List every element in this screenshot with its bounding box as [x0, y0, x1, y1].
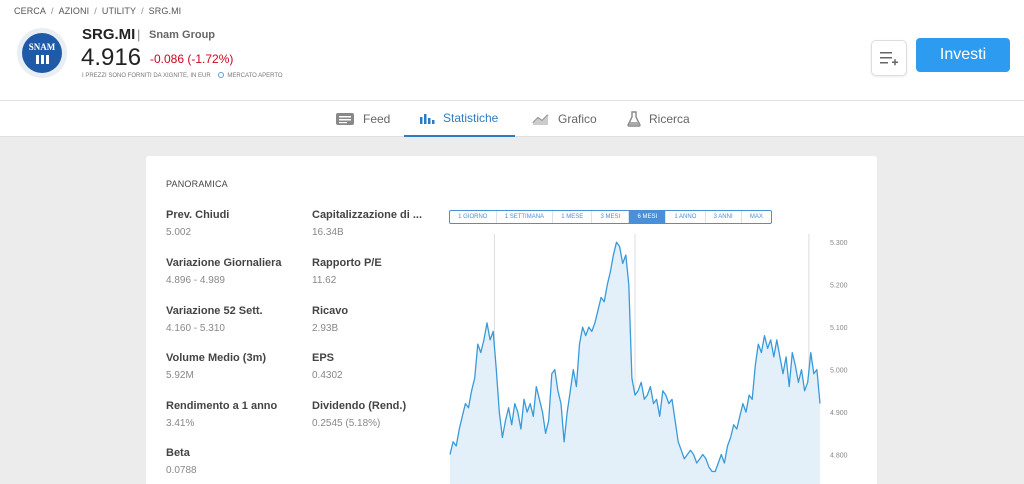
ticker-symbol: SRG.MI	[82, 26, 136, 43]
tab-feed-label: Feed	[363, 112, 391, 126]
tab-research-label: Ricerca	[649, 112, 690, 126]
add-to-watchlist-button[interactable]	[871, 40, 907, 76]
breadcrumb-link-search[interactable]: CERCA	[14, 6, 46, 16]
y-tick-label: 5.200	[830, 283, 848, 290]
tab-bar: Feed Statistiche Grafico Ricerca	[0, 100, 1024, 137]
header: CERCA / AZIONI / UTILITY / SRG.MI SNAM SRG.MI …	[0, 0, 1024, 100]
breadcrumb-current: SRG.MI	[148, 6, 182, 16]
company-logo: SNAM	[17, 28, 67, 78]
market-status-icon	[218, 72, 225, 78]
tab-statistics[interactable]: Statistiche	[404, 101, 515, 137]
flask-icon	[627, 111, 641, 127]
tab-chart-label: Grafico	[558, 112, 597, 126]
y-tick-label: 4.800	[830, 453, 848, 460]
price-source: I PREZZI SONO FORNITI DA XIGNITE, IN EUR	[82, 73, 211, 79]
y-tick-label: 5.100	[830, 325, 848, 332]
breadcrumb: CERCA / AZIONI / UTILITY / SRG.MI	[14, 6, 182, 16]
title-separator: |	[137, 27, 141, 42]
price-note: I PREZZI SONO FORNITI DA XIGNITE, IN EUR…	[82, 72, 283, 79]
tab-research[interactable]: Ricerca	[627, 101, 690, 137]
company-name: Snam Group	[149, 29, 216, 41]
tab-chart[interactable]: Grafico	[532, 101, 597, 137]
current-price: 4.916	[81, 44, 142, 71]
overview-card: PANORAMICA Prev. Chiudi 5.002 Variazione…	[146, 156, 877, 484]
y-tick-label: 4.900	[830, 410, 848, 417]
y-tick-label: 5.000	[830, 368, 848, 375]
add-to-list-icon	[880, 52, 898, 66]
bar-chart-icon	[419, 112, 435, 124]
breadcrumb-link-utility[interactable]: UTILITY	[102, 6, 136, 16]
breadcrumb-link-stocks[interactable]: AZIONI	[59, 6, 90, 16]
logo-text: SNAM	[28, 41, 56, 52]
y-tick-label: 5.300	[830, 240, 848, 247]
invest-button[interactable]: Investi	[916, 38, 1010, 72]
market-status: MERCATO APERTO	[227, 73, 283, 79]
price-chart[interactable]: 5.300 5.200 5.100 5.000 4.900 4.800	[146, 156, 877, 484]
tab-statistics-label: Statistiche	[443, 111, 499, 125]
price-change: -0.086 (-1.72%)	[150, 52, 234, 66]
line-chart-icon	[532, 113, 550, 125]
feed-icon	[335, 112, 355, 126]
tab-feed[interactable]: Feed	[335, 101, 390, 137]
